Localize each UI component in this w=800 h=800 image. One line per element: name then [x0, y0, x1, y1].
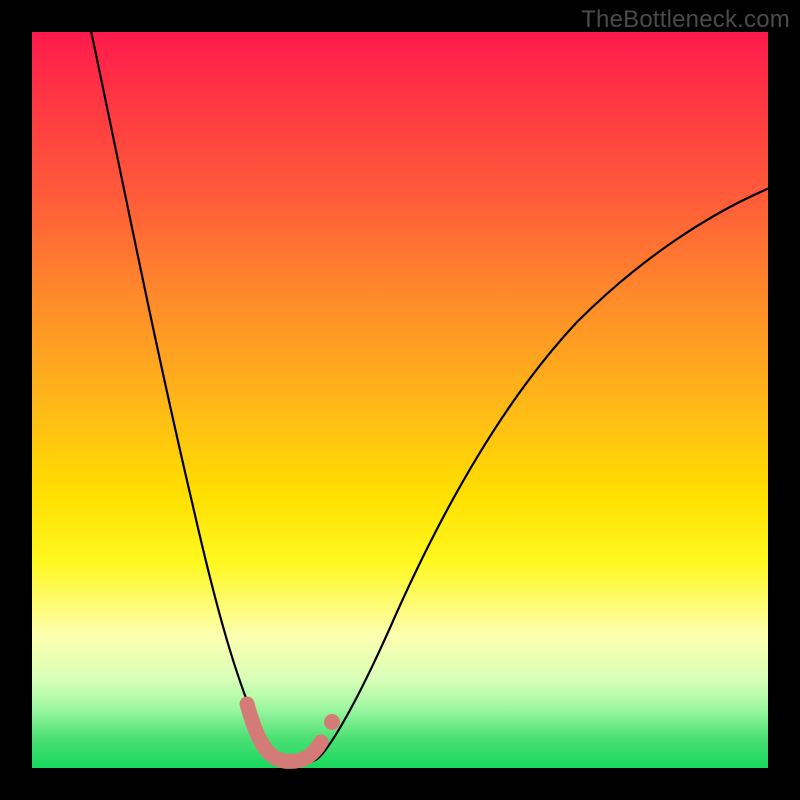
plot-area [32, 32, 768, 768]
watermark-text: TheBottleneck.com [581, 6, 790, 34]
chart-frame: TheBottleneck.com [0, 0, 800, 800]
highlight-dot [324, 714, 340, 730]
highlight-segment [247, 704, 321, 761]
curve-layer [32, 32, 768, 768]
bottleneck-curve [87, 12, 772, 764]
